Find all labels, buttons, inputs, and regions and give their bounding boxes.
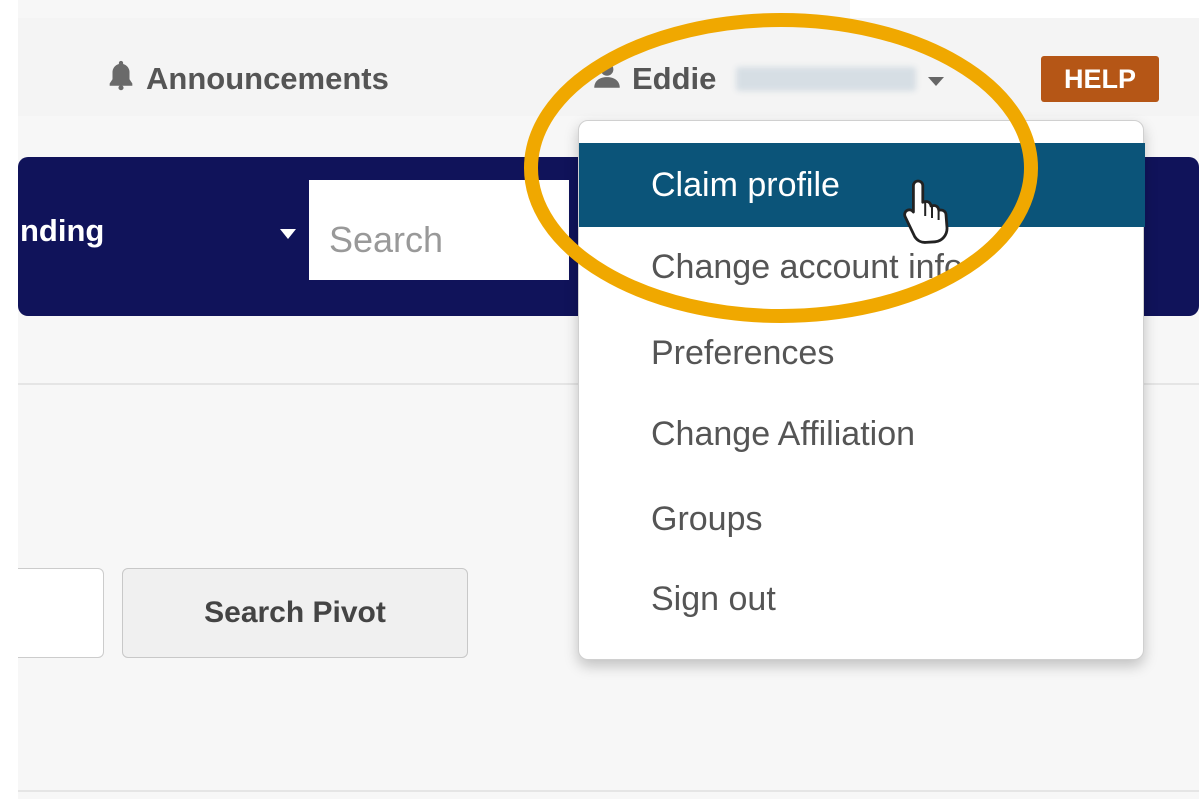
announcements-link[interactable]: Announcements [104, 58, 389, 100]
menu-item-change-affiliation[interactable]: Change Affiliation [579, 392, 1145, 476]
user-icon [590, 58, 624, 100]
page: Announcements Eddie HELP nding Search Pi… [0, 0, 1199, 799]
top-right-margin [850, 0, 1199, 18]
chevron-down-icon [928, 76, 945, 86]
announcements-label: Announcements [146, 61, 389, 96]
search-pivot-button[interactable]: Search Pivot [122, 568, 468, 658]
menu-item-preferences[interactable]: Preferences [579, 311, 1145, 395]
redacted-last-name [736, 67, 917, 91]
pivot-search-field[interactable] [18, 568, 104, 658]
menu-item-groups[interactable]: Groups [579, 477, 1145, 561]
user-first-name: Eddie [632, 61, 717, 96]
search-input[interactable] [309, 180, 569, 280]
hand-pointer-icon [903, 179, 949, 244]
account-dropdown-menu: Claim profile Change account info Prefer… [578, 120, 1145, 660]
menu-item-change-account-info[interactable]: Change account info [579, 225, 1145, 309]
menu-item-sign-out[interactable]: Sign out [579, 557, 1145, 641]
menu-item-claim-profile[interactable]: Claim profile [579, 143, 1145, 227]
bell-icon [104, 58, 138, 100]
navbar-dropdown-label[interactable]: nding [20, 213, 104, 249]
help-button[interactable]: HELP [1041, 56, 1159, 102]
navbar-dropdown-caret-icon[interactable] [280, 229, 296, 239]
bottom-divider [18, 790, 1199, 792]
account-menu-toggle[interactable]: Eddie [590, 58, 945, 100]
